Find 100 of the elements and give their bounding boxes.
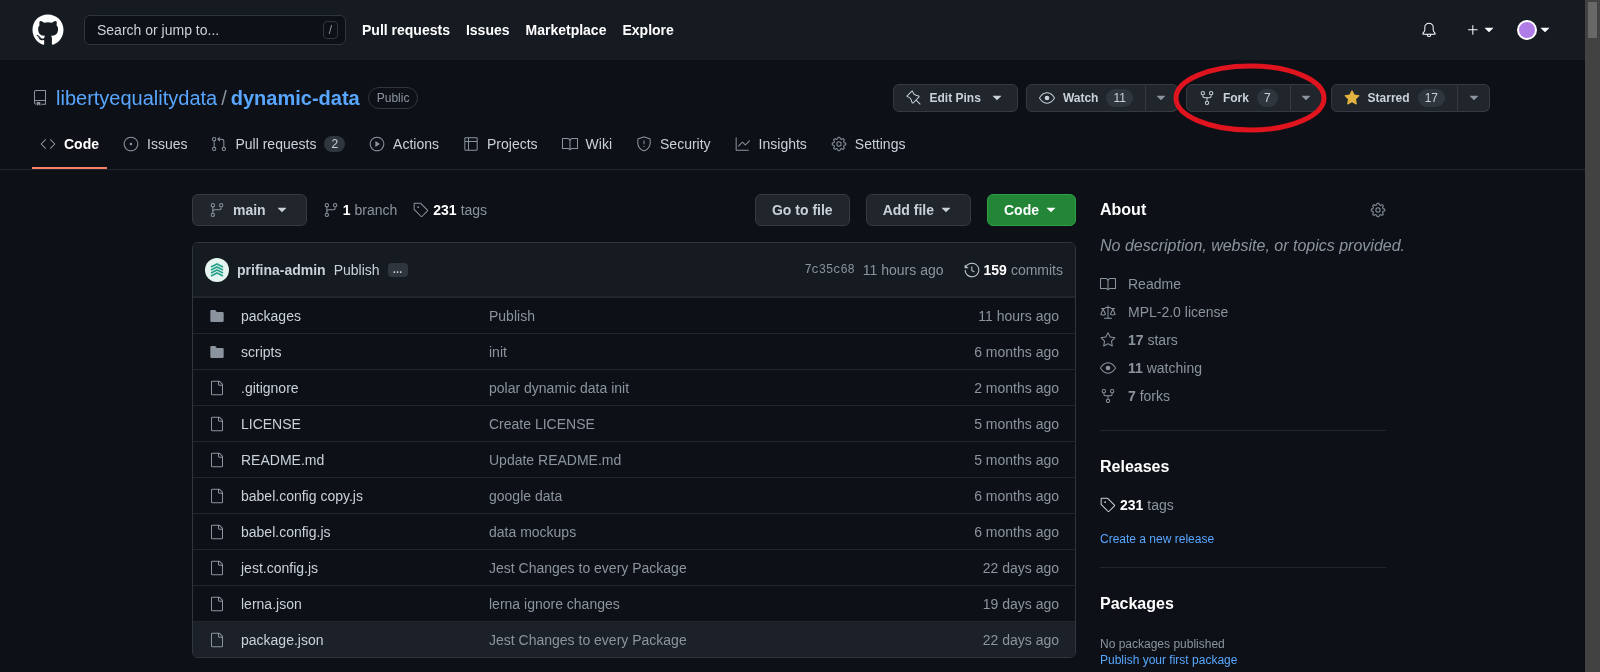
commit-message-link[interactable]: lerna ignore changes <box>489 593 983 614</box>
file-name-link[interactable]: README.md <box>241 449 489 470</box>
file-icon <box>209 379 225 396</box>
repo-tab[interactable]: Insights <box>726 121 815 169</box>
add-file-button[interactable]: Add file <box>865 194 971 226</box>
about-heading: About <box>1100 200 1147 220</box>
fork-button[interactable]: Fork 7 <box>1185 84 1291 112</box>
github-logo-icon[interactable] <box>32 14 64 46</box>
branches-link[interactable]: 1 branch <box>322 200 398 220</box>
header-nav-link[interactable]: Issues <box>465 20 510 40</box>
plus-icon <box>1465 22 1481 38</box>
counter: 2 <box>324 136 346 152</box>
file-icon <box>209 415 225 432</box>
file-time: 5 months ago <box>974 414 1059 434</box>
tags-link[interactable]: 231 tags <box>413 200 488 220</box>
publish-package-link[interactable]: Publish your first package <box>1100 652 1386 668</box>
dropdown-button[interactable] <box>1145 84 1178 112</box>
repo-tab[interactable]: Issues <box>115 121 196 169</box>
counter: 7 <box>1256 89 1278 107</box>
tag-icon <box>413 202 430 218</box>
file-name-link[interactable]: packages <box>241 305 489 326</box>
eye-icon <box>1038 90 1055 106</box>
header-nav-link[interactable]: Marketplace <box>525 20 607 40</box>
scrollbar[interactable] <box>1585 0 1600 672</box>
commit-message-link[interactable]: google data <box>489 485 975 506</box>
repo-tab[interactable]: Security <box>628 121 719 169</box>
notification-bell-icon[interactable] <box>1421 22 1437 38</box>
file-name-link[interactable]: package.json <box>241 629 489 650</box>
commit-sha-link[interactable]: 7c35c68 <box>804 261 855 278</box>
branch-select-button[interactable]: main <box>192 194 307 226</box>
commit-message-link[interactable]: Jest Changes to every Package <box>489 629 983 650</box>
settings-icon[interactable] <box>1370 202 1386 218</box>
book-icon <box>561 136 578 152</box>
go-to-file-button[interactable]: Go to file <box>755 194 850 226</box>
repo-tab[interactable]: Actions <box>361 121 447 169</box>
history-icon <box>963 261 980 278</box>
repo-name-link[interactable]: dynamic-data <box>230 84 360 112</box>
file-time: 22 days ago <box>982 630 1059 650</box>
scale-icon <box>1100 304 1116 320</box>
commit-message-link[interactable]: init <box>489 341 975 362</box>
file-name-link[interactable]: jest.config.js <box>241 557 489 578</box>
commit-message-link[interactable]: Publish <box>333 259 380 280</box>
repo-tab[interactable]: Projects <box>455 121 546 169</box>
file-time: 6 months ago <box>974 522 1059 542</box>
create-release-link[interactable]: Create a new release <box>1100 531 1386 547</box>
commit-message-link[interactable]: Publish <box>489 305 979 326</box>
about-description: No description, website, or topics provided. <box>1100 236 1407 256</box>
file-time: 6 months ago <box>974 486 1059 506</box>
commit-message-link[interactable]: Jest Changes to every Package <box>489 557 983 578</box>
file-time: 19 days ago <box>982 594 1059 614</box>
scrollbar-thumb[interactable] <box>1588 2 1597 38</box>
header-nav-link[interactable]: Pull requests <box>362 20 450 40</box>
settings-icon <box>830 136 847 152</box>
pull-request-icon <box>211 136 228 152</box>
expand-commit-button[interactable]: … <box>387 262 408 277</box>
repo-tab[interactable]: Settings <box>822 121 914 169</box>
commit-message-link[interactable]: polar dynamic data init <box>489 377 975 398</box>
branch-icon <box>209 202 225 218</box>
file-row[interactable]: package.json Jest Changes to every Package 22 days ago <box>193 621 1075 657</box>
file-name-link[interactable]: babel.config copy.js <box>241 485 489 506</box>
repo-tab[interactable]: Wiki <box>553 121 621 169</box>
file-time: 11 hours ago <box>978 306 1059 326</box>
packages-heading: Packages <box>1100 594 1175 614</box>
forks-link[interactable]: 7 forks <box>1100 386 1386 406</box>
header-nav-link[interactable]: Explore <box>622 20 674 40</box>
shield-icon <box>636 136 653 152</box>
file-icon <box>209 523 225 540</box>
stars-link[interactable]: 17 stars <box>1100 330 1386 350</box>
table-icon <box>463 136 479 152</box>
watch-button[interactable]: Watch 11 <box>1025 84 1146 112</box>
commit-message-link[interactable]: Create LICENSE <box>489 413 975 434</box>
tags-link[interactable]: 231 tags <box>1100 495 1386 515</box>
dropdown-button[interactable] <box>1458 84 1490 112</box>
commits-link[interactable]: 159 commits <box>963 259 1063 280</box>
code-button[interactable]: Code <box>987 194 1076 226</box>
star-icon <box>1343 90 1360 106</box>
fork-icon <box>1198 90 1215 106</box>
tag-icon <box>1100 497 1116 513</box>
commit-message-link[interactable]: data mockups <box>489 521 975 542</box>
commit-message-link[interactable]: Update README.md <box>489 449 975 470</box>
license-link[interactable]: MPL-2.0 license <box>1100 302 1386 322</box>
repo-tab[interactable]: Code <box>32 121 107 169</box>
file-name-link[interactable]: lerna.json <box>241 593 489 614</box>
path-separator: / <box>221 86 227 111</box>
file-name-link[interactable]: LICENSE <box>241 413 489 434</box>
watching-link[interactable]: 11 watching <box>1100 358 1386 378</box>
commit-author-link[interactable]: prifina-admin <box>237 259 326 280</box>
file-name-link[interactable]: scripts <box>241 341 489 362</box>
readme-link[interactable]: Readme <box>1100 274 1386 294</box>
file-name-link[interactable]: .gitignore <box>241 377 489 398</box>
eye-icon <box>1100 360 1116 376</box>
book-icon <box>1100 276 1116 292</box>
author-avatar-icon <box>205 257 229 282</box>
repo-owner-link[interactable]: libertyequalitydata <box>56 84 218 112</box>
file-name-link[interactable]: babel.config.js <box>241 521 489 542</box>
repo-tab[interactable]: Pull requests 2 <box>203 121 354 169</box>
pin-button[interactable]: Edit Pins <box>892 84 1018 112</box>
star-button[interactable]: Starred 17 <box>1330 84 1458 112</box>
branch-icon <box>322 202 339 218</box>
code-icon <box>40 136 56 152</box>
